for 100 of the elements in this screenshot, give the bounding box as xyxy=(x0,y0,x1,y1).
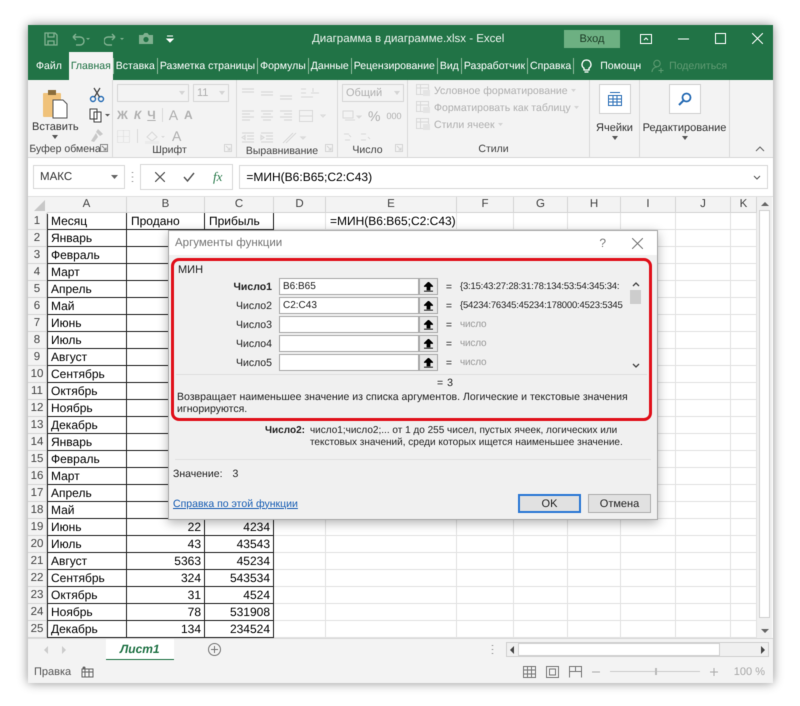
row-header[interactable]: 6 xyxy=(28,298,47,315)
ribbon-tab[interactable]: Вставка xyxy=(114,52,157,80)
row-header[interactable]: 20 xyxy=(28,536,47,553)
row-header[interactable]: 3 xyxy=(28,247,47,264)
row-header[interactable]: 19 xyxy=(28,519,47,536)
paste-button[interactable]: Вставить xyxy=(32,88,79,138)
undo-icon[interactable] xyxy=(70,32,92,46)
camera-icon[interactable] xyxy=(138,32,154,45)
sign-in-button[interactable]: Вход xyxy=(564,30,620,48)
scrollbar-thumb[interactable] xyxy=(759,210,770,618)
row-header[interactable]: 8 xyxy=(28,332,47,349)
row-header[interactable]: 11 xyxy=(28,383,47,400)
column-header[interactable]: H xyxy=(568,197,621,213)
collapse-ribbon-icon[interactable] xyxy=(755,146,765,152)
argument-field[interactable]: C2:C43 xyxy=(279,297,419,314)
row-header[interactable]: 2 xyxy=(28,230,47,247)
collapse-dialog-button[interactable] xyxy=(419,278,438,295)
column-header[interactable]: C xyxy=(205,197,274,213)
column-header[interactable]: J xyxy=(676,197,731,213)
customize-icon[interactable] xyxy=(166,34,174,42)
add-sheet-icon[interactable] xyxy=(208,643,221,656)
dialog-button[interactable]: OK xyxy=(518,494,581,513)
caret-icon[interactable] xyxy=(753,174,761,180)
row-header[interactable]: 14 xyxy=(28,434,47,451)
row-header[interactable]: 22 xyxy=(28,570,47,587)
person-icon[interactable] xyxy=(651,59,666,73)
column-header[interactable]: A xyxy=(47,197,127,213)
checkmark-icon[interactable] xyxy=(183,172,195,182)
row-header[interactable]: 9 xyxy=(28,349,47,366)
formula-field[interactable]: =МИН(B6:B65;C2:C43) xyxy=(239,165,768,189)
close-icon[interactable] xyxy=(632,238,643,248)
column-header[interactable]: I xyxy=(621,197,676,213)
insert-function-button[interactable]: fx xyxy=(213,169,222,185)
copy-icon[interactable] xyxy=(88,108,111,122)
ribbon-tab[interactable]: Справка xyxy=(528,52,574,80)
brush-icon[interactable] xyxy=(88,128,105,142)
row-header[interactable]: 10 xyxy=(28,366,47,383)
scroll-up-icon[interactable] xyxy=(760,201,768,206)
scroll-right-icon[interactable] xyxy=(760,646,765,654)
select-all-icon[interactable] xyxy=(28,197,48,214)
column-header[interactable]: D xyxy=(274,197,326,213)
horizontal-scrollbar[interactable] xyxy=(506,642,769,657)
row-header[interactable]: 16 xyxy=(28,468,47,485)
ribbon-display-icon[interactable] xyxy=(640,34,652,44)
column-header[interactable]: B xyxy=(127,197,205,213)
row-header[interactable]: 17 xyxy=(28,485,47,502)
row-header[interactable]: 4 xyxy=(28,264,47,281)
scroll-down-icon[interactable] xyxy=(760,629,768,634)
dialog-launcher-icon[interactable] xyxy=(100,144,108,152)
column-header[interactable]: E xyxy=(326,197,457,213)
ribbon-tab[interactable]: Разметка страницы xyxy=(158,52,258,80)
column-header[interactable]: K xyxy=(731,197,757,213)
row-header[interactable]: 23 xyxy=(28,587,47,604)
cells-button[interactable]: Ячейки xyxy=(596,84,633,155)
argument-field[interactable]: B6:B65 xyxy=(279,278,419,295)
row-header[interactable]: 21 xyxy=(28,553,47,570)
collapse-dialog-button[interactable] xyxy=(419,354,438,371)
vertical-scrollbar[interactable] xyxy=(757,197,772,638)
ribbon-tab[interactable]: Вид xyxy=(438,52,461,80)
column-header[interactable]: F xyxy=(457,197,514,213)
scroll-left-icon[interactable] xyxy=(510,646,515,654)
row-header[interactable]: 7 xyxy=(28,315,47,332)
save-icon[interactable] xyxy=(44,32,58,46)
editing-button[interactable]: Редактирование xyxy=(642,84,726,155)
name-box[interactable]: МАКС xyxy=(33,165,125,189)
zoom-slider-thumb[interactable] xyxy=(654,668,657,675)
row-header[interactable]: 13 xyxy=(28,417,47,434)
collapse-dialog-button[interactable] xyxy=(419,335,438,352)
collapse-dialog-button[interactable] xyxy=(419,297,438,314)
column-header[interactable]: G xyxy=(514,197,568,213)
redo-icon[interactable] xyxy=(104,32,126,46)
row-header[interactable]: 18 xyxy=(28,502,47,519)
ribbon-tab[interactable]: Файл xyxy=(28,52,69,80)
ribbon-tab[interactable]: Главная xyxy=(68,52,113,80)
help-link[interactable]: Справка по этой функции xyxy=(173,498,298,510)
ribbon-tab[interactable]: Рецензирование xyxy=(352,52,437,80)
zoom-in-icon[interactable] xyxy=(710,668,718,676)
macro-icon[interactable] xyxy=(81,666,94,678)
collapse-dialog-button[interactable] xyxy=(419,316,438,333)
ribbon-tab[interactable]: Формулы xyxy=(258,52,308,80)
page-layout-icon[interactable] xyxy=(546,666,559,678)
tell-me-field[interactable]: Помощн xyxy=(598,52,644,80)
scroll-down-icon[interactable] xyxy=(632,363,640,368)
row-header[interactable]: 5 xyxy=(28,281,47,298)
scrollbar-thumb[interactable] xyxy=(630,290,641,304)
argument-field[interactable] xyxy=(279,354,419,371)
lightbulb-icon[interactable] xyxy=(581,58,592,74)
ribbon-tab[interactable]: Данные xyxy=(308,52,351,80)
scroll-up-icon[interactable] xyxy=(632,282,640,287)
dialog-button[interactable]: Отмена xyxy=(588,494,651,513)
scrollbar-thumb[interactable] xyxy=(518,643,720,656)
argument-field[interactable] xyxy=(279,335,419,352)
normal-view-icon[interactable] xyxy=(522,666,536,678)
maximize-icon[interactable] xyxy=(715,33,726,44)
cancel-icon[interactable] xyxy=(155,172,165,182)
help-button[interactable]: ? xyxy=(599,236,606,250)
ribbon-tab[interactable]: Разработчик xyxy=(462,52,528,80)
row-header[interactable]: 25 xyxy=(28,621,47,638)
page-break-icon[interactable] xyxy=(568,666,582,678)
scissors-icon[interactable] xyxy=(88,86,105,102)
